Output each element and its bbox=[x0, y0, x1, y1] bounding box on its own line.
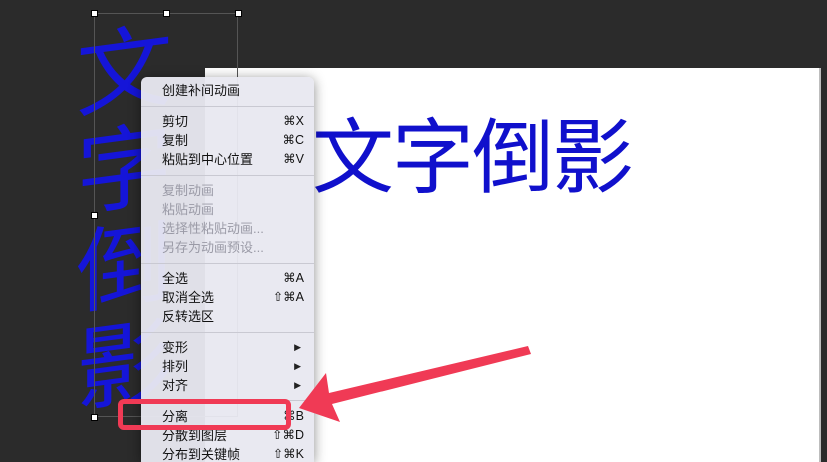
annotation-arrow-icon bbox=[299, 346, 531, 422]
annotation-arrow-shape bbox=[299, 346, 531, 422]
